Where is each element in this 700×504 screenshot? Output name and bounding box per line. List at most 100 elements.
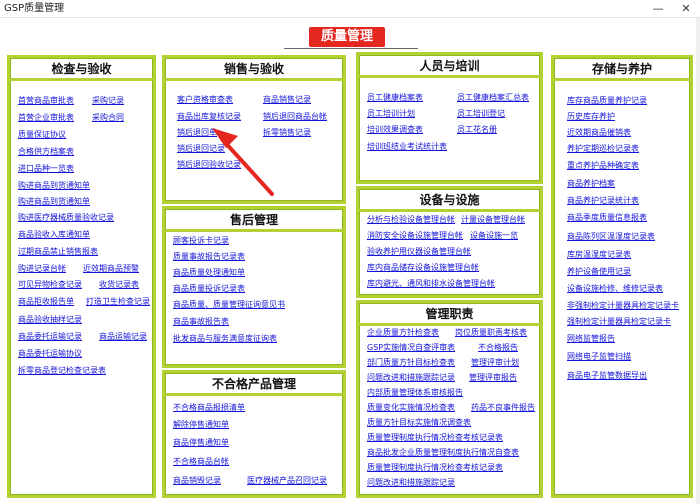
link-policy-check[interactable]: 企业质量方针检查表	[367, 328, 439, 338]
link-destruction-record[interactable]: 商品销毁记录	[173, 476, 221, 486]
close-button[interactable]: ✕	[672, 0, 700, 18]
link-storage-equipment-ledger[interactable]: 库内商品储存设备设施管理台帐	[367, 263, 479, 273]
link-return-record[interactable]: 销后退回记录	[177, 144, 225, 154]
link-qualified-supplier-file[interactable]: 合格供方档案表	[18, 147, 74, 157]
link-sampling-record[interactable]: 商品验收抽样记录	[18, 315, 82, 325]
link-review-report[interactable]: 管理评审报告	[469, 373, 517, 383]
link-wholesale-self-check[interactable]: 商品批发企业质量管理制度执行情况自查表	[367, 448, 519, 458]
window-titlebar: GSP质量管理	[0, 0, 700, 18]
link-arrival-notice-1[interactable]: 购进商品到货通知单	[18, 181, 90, 191]
link-training-plan[interactable]: 员工培训计划	[367, 109, 415, 119]
link-improvement-tracking-2[interactable]: 问题改进和措施跟踪记录	[367, 478, 455, 488]
link-mandatory-verification[interactable]: 强制检定计量器具检定记录卡	[567, 317, 671, 327]
link-first-product-approval[interactable]: 首营商品审批表	[18, 96, 74, 106]
link-visible-foreign-check[interactable]: 可见异物检查记录	[18, 280, 82, 290]
link-network-report[interactable]: 网络监管报告	[567, 334, 615, 344]
link-health-file-summary[interactable]: 员工健康档案汇总表	[457, 93, 529, 103]
link-improvement-tracking[interactable]: 问题改进和措施跟踪记录	[367, 373, 455, 383]
link-equipment-overview[interactable]: 设备设施一览	[470, 231, 518, 241]
link-purchase-contract[interactable]: 采购合同	[92, 113, 124, 123]
link-electronic-scan[interactable]: 网络电子监管扫描	[567, 352, 631, 362]
link-goal-implementation-survey[interactable]: 质量方针目标实施情况调查表	[367, 418, 471, 428]
panel-duties-title: 管理职责	[359, 303, 540, 326]
link-nonmandatory-verification[interactable]: 非强制检定计量器具检定记录卡	[567, 301, 679, 311]
link-expired-sale-ban[interactable]: 过期商品禁止销售报表	[18, 247, 98, 257]
link-system-execution-check-2[interactable]: 质量管理制度执行情况检查考核记录表	[367, 463, 503, 473]
link-complaint-card[interactable]: 顾客投诉卡记录	[173, 236, 229, 246]
link-arrival-notice-2[interactable]: 购进商品到货通知单	[18, 197, 90, 207]
link-quality-agreement[interactable]: 质量保证协议	[18, 130, 66, 140]
panel-storage: 存储与养护 库存商品质量养护记录 历史库存养护 近效期商品催销表 养护定期巡检记…	[551, 55, 693, 498]
link-display-temp-humidity[interactable]: 商品陈列区温湿度记录表	[567, 232, 655, 242]
link-nonconforming-ledger[interactable]: 不合格商品台帐	[173, 457, 229, 467]
link-quality-change-check[interactable]: 质量变化实施情况检查表	[367, 403, 455, 413]
link-entrusted-transport-record[interactable]: 商品委托运输记录	[18, 332, 82, 342]
link-near-expiry-warning[interactable]: 近效期商品预警	[83, 264, 139, 274]
link-ventilation-equipment-ledger[interactable]: 库内避光、通风和排水设备管理台帐	[367, 279, 495, 289]
minimize-button[interactable]: —	[644, 0, 672, 18]
link-warehouse-temp-humidity[interactable]: 库房温湿度记录表	[567, 250, 631, 260]
link-analysis-equipment-ledger[interactable]: 分析与检验设备管理台帐	[367, 215, 455, 225]
link-review-plan[interactable]: 管理评审计划	[471, 358, 519, 368]
link-accident-report[interactable]: 商品事故报告表	[173, 317, 229, 327]
link-outbound-review[interactable]: 商品出库复核记录	[177, 112, 241, 122]
link-adverse-event-report[interactable]: 药品不良事件报告	[471, 403, 535, 413]
scrollbar[interactable]	[696, 18, 700, 504]
link-return-ledger[interactable]: 销后退回商品台帐	[263, 112, 327, 122]
link-release-notice[interactable]: 解除停售通知单	[173, 420, 229, 430]
link-training-registration[interactable]: 员工培训登记	[457, 109, 505, 119]
link-metering-equipment-ledger[interactable]: 计量设备管理台帐	[461, 215, 525, 225]
link-import-varieties[interactable]: 进口品种一览表	[18, 164, 74, 174]
link-hygiene-check[interactable]: 打造卫生检查记录	[86, 297, 150, 307]
link-quality-handling-notice[interactable]: 商品质量处理通知单	[173, 268, 245, 278]
link-maintenance-instrument-ledger[interactable]: 验收养护用仪器设备管理台帐	[367, 247, 471, 257]
link-entrusted-transport-agreement[interactable]: 商品委托运输协议	[18, 349, 82, 359]
link-suspension-notice[interactable]: 商品停售通知单	[173, 438, 229, 448]
panel-aftersales-title: 售后管理	[165, 209, 343, 232]
link-purchase-record[interactable]: 采购记录	[92, 96, 124, 106]
link-fire-safety-ledger[interactable]: 消防安全设备设施管理台帐	[367, 231, 463, 241]
panel-inspection: 检查与验收 首营商品审批表 采购记录 首营企业审批表 采购合同 质量保证协议 合…	[7, 55, 156, 498]
link-internal-audit-report[interactable]: 内部质量管理体系审核报告	[367, 388, 463, 398]
link-receiving-record[interactable]: 收货记录表	[99, 280, 139, 290]
link-health-file[interactable]: 员工健康档案表	[367, 93, 423, 103]
link-accident-report-record[interactable]: 质量事故报告记录表	[173, 252, 245, 262]
link-split-registration[interactable]: 拆零商品登记检查记录表	[18, 366, 106, 376]
link-staff-roster[interactable]: 员工花名册	[457, 125, 497, 135]
link-split-sales-record[interactable]: 拆零销售记录	[263, 128, 311, 138]
link-post-responsibility[interactable]: 岗位质量职责考核表	[455, 328, 527, 338]
link-return-slip[interactable]: 销后退回单	[177, 128, 217, 138]
link-maintenance-equipment-use[interactable]: 养护设备使用记录	[567, 267, 631, 277]
link-sales-record[interactable]: 商品销售记录	[263, 95, 311, 105]
link-satisfaction-survey[interactable]: 批发商品与服务满意度征询表	[173, 334, 277, 344]
link-maintenance-file[interactable]: 商品养护档案	[567, 179, 615, 189]
link-graduation-exam-stats[interactable]: 培训班结业考试统计表	[367, 142, 447, 152]
link-nonconformity-report[interactable]: 不合格报告	[478, 343, 518, 353]
link-rejection-report[interactable]: 商品拒收报告单	[18, 297, 74, 307]
link-quality-opinion[interactable]: 商品质量、质量管理征询意见书	[173, 300, 285, 310]
link-maintenance-stats[interactable]: 商品养护记录统计表	[567, 196, 639, 206]
link-near-expiry-sales[interactable]: 近效期商品催销表	[567, 128, 631, 138]
link-return-acceptance[interactable]: 销后退回验收记录	[177, 160, 241, 170]
link-quarterly-quality-report[interactable]: 商品季度质量信息报表	[567, 213, 647, 223]
link-inventory-maintenance-record[interactable]: 库存商品质量养护记录	[567, 96, 647, 106]
link-history-maintenance[interactable]: 历史库存养护	[567, 112, 615, 122]
link-medical-device-acceptance[interactable]: 购进医疗器械质量验收记录	[18, 213, 114, 223]
link-first-enterprise-approval[interactable]: 首营企业审批表	[18, 113, 74, 123]
link-key-varieties[interactable]: 重点养护品种确定表	[567, 161, 639, 171]
link-gsp-self-review[interactable]: GSP实施情况自查评审表	[367, 343, 455, 353]
link-quality-complaint-record[interactable]: 商品质量投诉记录表	[173, 284, 245, 294]
link-system-execution-check-1[interactable]: 质量管理制度执行情况检查考核记录表	[367, 433, 503, 443]
link-purchase-ledger[interactable]: 购进记录台帐	[18, 264, 66, 274]
link-acceptance-storage-notice[interactable]: 商品验收入库通知单	[18, 230, 90, 240]
link-department-goal-check[interactable]: 部门质量方针目标检查表	[367, 358, 455, 368]
link-repair-record[interactable]: 设备设施检修、维修记录表	[567, 284, 663, 294]
link-loss-list[interactable]: 不合格商品报损清单	[173, 403, 245, 413]
panel-personnel: 人员与培训 员工健康档案表 员工健康档案汇总表 员工培训计划 员工培训登记 培训…	[356, 52, 543, 184]
link-transport-record[interactable]: 商品运输记录	[99, 332, 147, 342]
link-electronic-export[interactable]: 商品电子监管数据导出	[567, 371, 647, 381]
link-customer-qualification[interactable]: 客户资格审查表	[177, 95, 233, 105]
link-device-recall-record[interactable]: 医疗器械产品召回记录	[247, 476, 327, 486]
link-periodic-inspection[interactable]: 养护定期巡检记录表	[567, 144, 639, 154]
link-training-effect-survey[interactable]: 培训效果调查表	[367, 125, 423, 135]
